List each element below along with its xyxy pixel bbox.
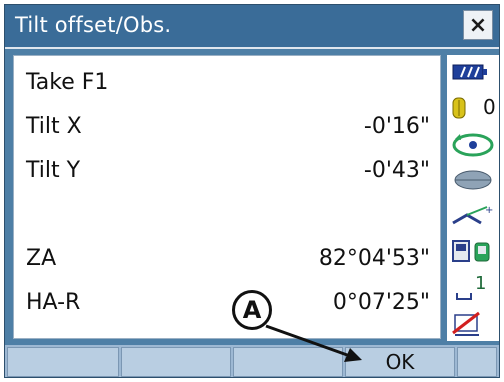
row-blank	[26, 202, 430, 242]
row-label: ZA	[26, 246, 57, 271]
status-sidebar: 0 + 1	[447, 55, 499, 341]
svg-text:+: +	[485, 205, 493, 216]
close-button[interactable]: ×	[463, 10, 493, 40]
row-label: Take F1	[26, 70, 109, 95]
row-take-f1: Take F1	[26, 70, 430, 110]
battery-icon	[452, 64, 487, 80]
row-value: -0'43"	[363, 158, 430, 183]
input-mode-icon	[456, 293, 472, 300]
edit-disabled-icon	[452, 311, 480, 336]
title-bar: Tilt offset/Obs. ×	[5, 5, 499, 49]
softkey-2[interactable]	[121, 347, 231, 377]
softkey-label: OK	[385, 350, 415, 374]
tilt-icon	[452, 133, 494, 157]
input-mode-digit: 1	[475, 273, 487, 294]
row-ha-r: HA-R 0°07'25"	[26, 290, 430, 330]
prism-icon	[454, 170, 492, 190]
row-label: HA-R	[26, 290, 81, 315]
laser-icon: +	[452, 205, 493, 225]
row-label: Tilt Y	[26, 158, 81, 183]
callout-marker: A	[232, 290, 272, 330]
row-value: 82°04'53"	[318, 246, 430, 271]
target-constant: 0	[483, 95, 496, 119]
row-tilt-y: Tilt Y -0'43"	[26, 158, 430, 198]
ok-button[interactable]: OK	[345, 347, 455, 377]
callout-label: A	[242, 296, 262, 324]
row-za: ZA 82°04'53"	[26, 246, 430, 286]
softkey-bar: OK	[5, 345, 499, 377]
window-title: Tilt offset/Obs.	[15, 13, 172, 37]
row-value: -0'16"	[363, 114, 430, 139]
row-label: Tilt X	[26, 114, 82, 139]
softkey-5[interactable]	[457, 347, 497, 377]
row-tilt-x: Tilt X -0'16"	[26, 114, 430, 154]
device-icon	[452, 240, 490, 262]
close-icon: ×	[468, 12, 488, 38]
measurement-panel: Take F1 Tilt X -0'16" Tilt Y -0'43" ZA 8…	[13, 55, 441, 339]
row-value: 0°07'25"	[332, 290, 430, 315]
softkey-3[interactable]	[233, 347, 343, 377]
softkey-1[interactable]	[7, 347, 119, 377]
